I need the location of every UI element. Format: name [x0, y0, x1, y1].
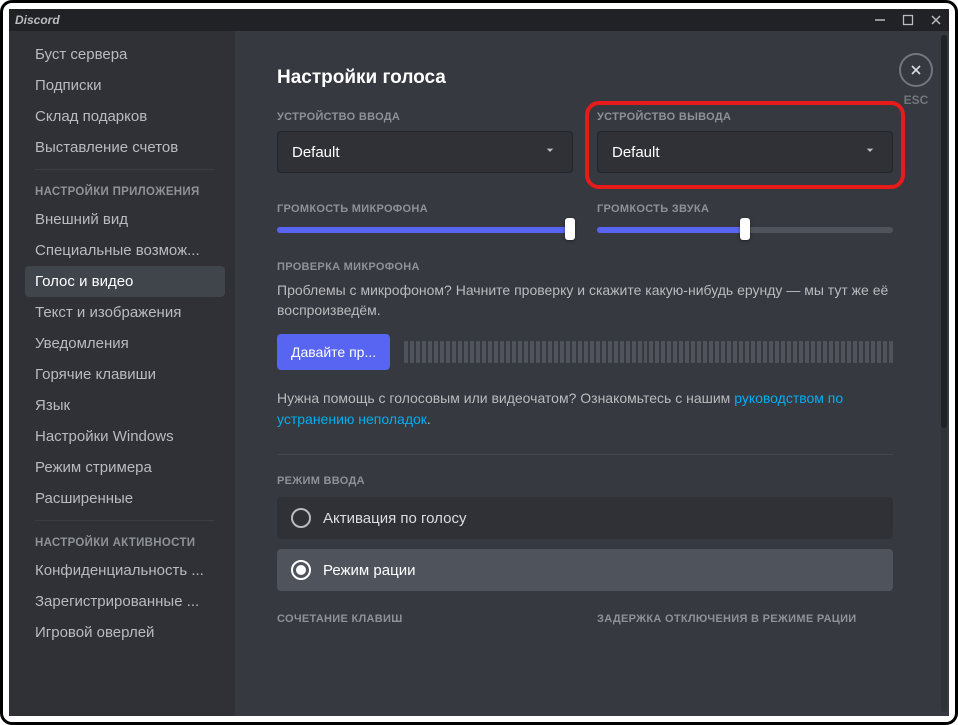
sidebar-divider — [35, 169, 215, 170]
ptt-delay-label: ЗАДЕРЖКА ОТКЛЮЧЕНИЯ В РЕЖИМЕ РАЦИИ — [597, 613, 893, 625]
input-mode-push-to-talk[interactable]: Режим рации — [277, 549, 893, 591]
sidebar-item-text-images[interactable]: Текст и изображения — [25, 297, 225, 328]
sidebar-item-privacy[interactable]: Конфиденциальность ... — [25, 555, 225, 586]
radio-icon — [291, 560, 311, 580]
sidebar-item[interactable]: Склад подарков — [25, 101, 225, 132]
chevron-down-icon — [542, 142, 558, 163]
chevron-down-icon — [862, 142, 878, 163]
settings-content: Настройки голоса УСТРОЙСТВО ВВОДА Defaul… — [235, 31, 949, 716]
settings-sidebar: Буст сервера Подписки Склад подарков Выс… — [9, 31, 235, 716]
sidebar-item-language[interactable]: Язык — [25, 390, 225, 421]
esc-label: ESC — [904, 93, 929, 107]
sidebar-item-appearance[interactable]: Внешний вид — [25, 204, 225, 235]
input-volume-slider[interactable] — [277, 225, 573, 235]
maximize-button[interactable] — [901, 13, 915, 27]
sidebar-item-voice-video[interactable]: Голос и видео — [25, 266, 225, 297]
sidebar-header-activity: НАСТРОЙКИ АКТИВНОСТИ — [25, 527, 225, 555]
sidebar-item-streamer[interactable]: Режим стримера — [25, 452, 225, 483]
mic-vu-meter — [404, 341, 893, 363]
sidebar-item[interactable]: Выставление счетов — [25, 132, 225, 163]
output-volume-label: ГРОМКОСТЬ ЗВУКА — [597, 203, 893, 215]
help-prefix: Нужна помощь с голосовым или видеочатом?… — [277, 390, 734, 406]
minimize-button[interactable] — [873, 13, 887, 27]
sidebar-item-keybinds[interactable]: Горячие клавиши — [25, 359, 225, 390]
sidebar-item[interactable]: Подписки — [25, 70, 225, 101]
sidebar-item-overlay[interactable]: Игровой оверлей — [25, 617, 225, 648]
input-device-label: УСТРОЙСТВО ВВОДА — [277, 111, 573, 123]
sidebar-item-advanced[interactable]: Расширенные — [25, 483, 225, 514]
input-volume-label: ГРОМКОСТЬ МИКРОФОНА — [277, 203, 573, 215]
close-settings-button[interactable] — [899, 53, 933, 87]
output-device-highlight: УСТРОЙСТВО ВЫВОДА Default — [585, 101, 905, 189]
input-mode-voice-activity[interactable]: Активация по голосу — [277, 497, 893, 539]
output-device-label: УСТРОЙСТВО ВЫВОДА — [597, 111, 893, 123]
help-text: Нужна помощь с голосовым или видеочатом?… — [277, 388, 893, 430]
sidebar-item-accessibility[interactable]: Специальные возмож... — [25, 235, 225, 266]
sidebar-item-notifications[interactable]: Уведомления — [25, 328, 225, 359]
app-title: Discord — [15, 13, 60, 27]
input-device-dropdown[interactable]: Default — [277, 131, 573, 173]
output-device-value: Default — [612, 144, 660, 161]
input-mode-label: РЕЖИМ ВВОДА — [277, 475, 893, 487]
input-device-value: Default — [292, 144, 340, 161]
output-volume-slider[interactable] — [597, 225, 893, 235]
page-title: Настройки голоса — [277, 67, 893, 89]
radio-label: Активация по голосу — [323, 510, 466, 527]
mic-test-description: Проблемы с микрофоном? Начните проверку … — [277, 281, 893, 320]
window-controls — [873, 13, 943, 27]
sidebar-item[interactable]: Буст сервера — [25, 39, 225, 70]
content-scrollbar[interactable] — [941, 35, 947, 712]
sidebar-divider — [35, 520, 215, 521]
close-window-button[interactable] — [929, 13, 943, 27]
section-divider — [277, 454, 893, 455]
mic-test-label: ПРОВЕРКА МИКРОФОНА — [277, 261, 893, 273]
radio-label: Режим рации — [323, 562, 415, 579]
mic-test-button[interactable]: Давайте пр... — [277, 334, 390, 370]
shortcut-label: СОЧЕТАНИЕ КЛАВИШ — [277, 613, 573, 625]
output-device-dropdown[interactable]: Default — [597, 131, 893, 173]
sidebar-item-registered[interactable]: Зарегистрированные ... — [25, 586, 225, 617]
sidebar-item-windows[interactable]: Настройки Windows — [25, 421, 225, 452]
sidebar-header-app: НАСТРОЙКИ ПРИЛОЖЕНИЯ — [25, 176, 225, 204]
titlebar: Discord — [9, 9, 949, 31]
radio-icon — [291, 508, 311, 528]
